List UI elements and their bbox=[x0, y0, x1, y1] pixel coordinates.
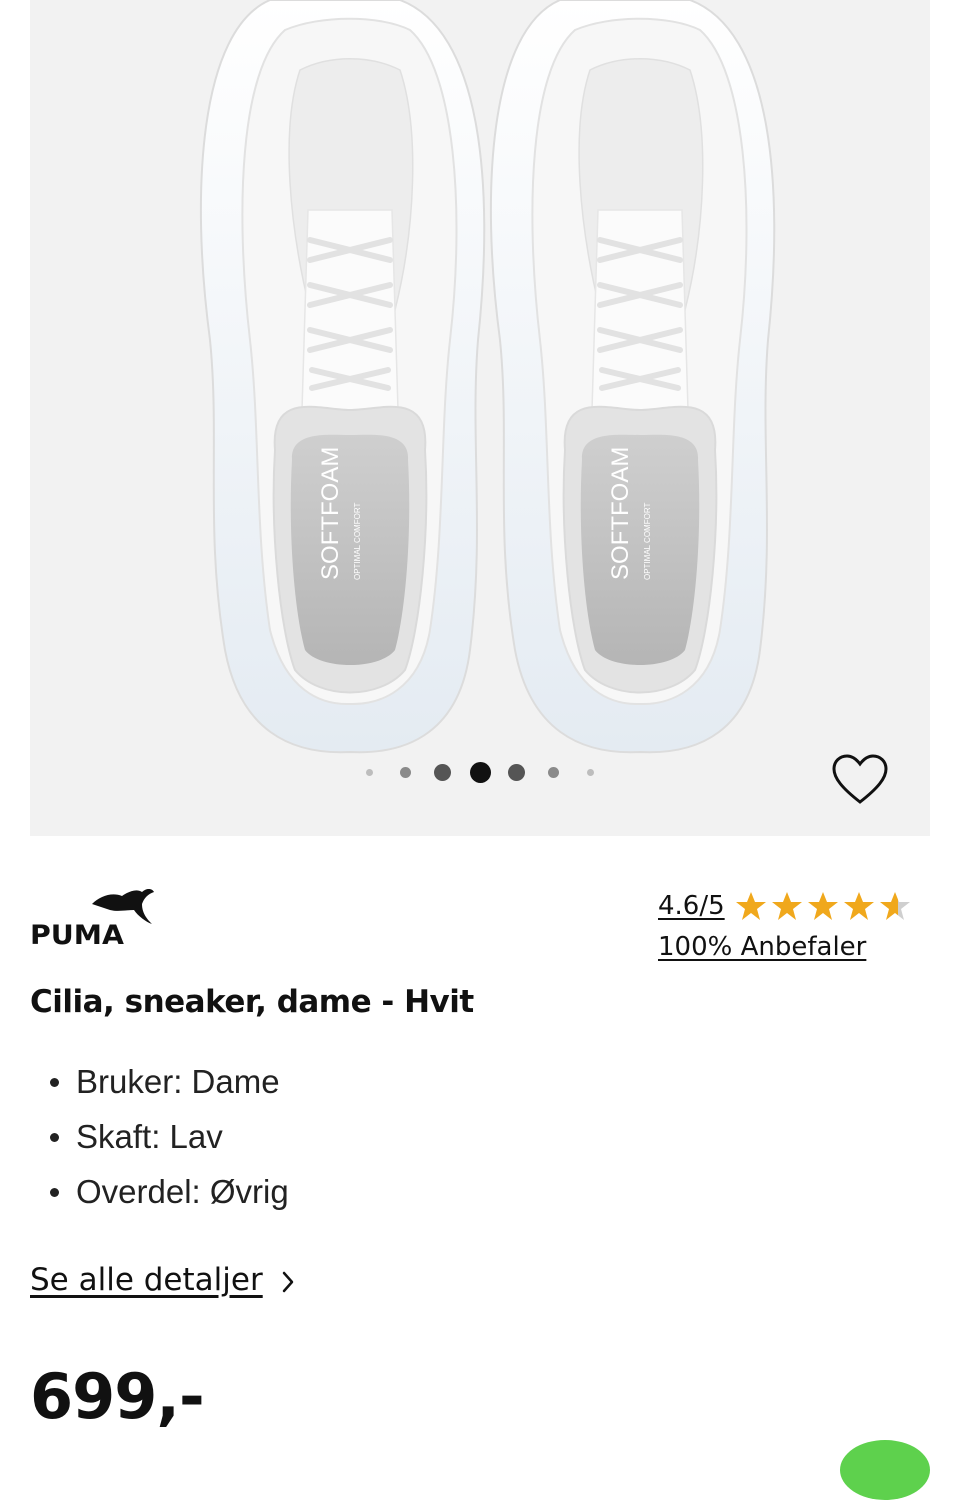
carousel-dots bbox=[30, 762, 930, 784]
recommend-link[interactable]: 100% Anbefaler bbox=[658, 932, 938, 962]
star-icon bbox=[844, 892, 875, 920]
spec-text: Skaft: Lav bbox=[76, 1118, 223, 1155]
add-to-cart-button-partial[interactable] bbox=[840, 1440, 930, 1500]
spec-item: Overdel: Øvrig bbox=[30, 1166, 289, 1221]
carousel-dot[interactable] bbox=[434, 764, 451, 781]
carousel-dot[interactable] bbox=[400, 767, 411, 778]
carousel-dot[interactable] bbox=[508, 764, 525, 781]
star-icon bbox=[808, 892, 839, 920]
insole-subtext-left: OPTIMAL COMFORT bbox=[353, 503, 362, 580]
puma-cat-icon bbox=[92, 889, 154, 924]
bullet-icon bbox=[50, 1133, 59, 1142]
bullet-icon bbox=[50, 1188, 59, 1197]
star-icon bbox=[772, 892, 803, 920]
brand-name: PUMA bbox=[30, 920, 124, 951]
spec-item: Skaft: Lav bbox=[30, 1111, 289, 1166]
brand-logo[interactable]: PUMA bbox=[30, 884, 160, 954]
star-icon-partial bbox=[880, 892, 911, 920]
spec-text: Bruker: Dame bbox=[76, 1063, 280, 1100]
heart-icon[interactable] bbox=[830, 752, 890, 808]
insole-text-left: SOFTFOAM bbox=[317, 447, 344, 580]
product-price: 699,- bbox=[30, 1360, 205, 1433]
spec-list: Bruker: Dame Skaft: Lav Overdel: Øvrig bbox=[30, 1056, 289, 1221]
spec-text: Overdel: Øvrig bbox=[76, 1173, 289, 1210]
chevron-right-icon bbox=[282, 1271, 293, 1292]
insole-text-right: SOFTFOAM bbox=[607, 447, 634, 580]
carousel-dot[interactable] bbox=[587, 769, 594, 776]
rating-score[interactable]: 4.6/5 bbox=[658, 891, 725, 921]
star-rating bbox=[736, 892, 911, 920]
product-title: Cilia, sneaker, dame - Hvit bbox=[30, 984, 474, 1020]
rating-block[interactable]: 4.6/5 100% Anbefaler bbox=[658, 890, 938, 962]
product-image: SOFTFOAM OPTIMAL COMFORT SOFTFOAM OPTIMA… bbox=[30, 0, 930, 836]
product-image-gallery[interactable]: SOFTFOAM OPTIMAL COMFORT SOFTFOAM OPTIMA… bbox=[30, 0, 930, 836]
bullet-icon bbox=[50, 1078, 59, 1087]
carousel-dot[interactable] bbox=[366, 769, 373, 776]
insole-subtext-right: OPTIMAL COMFORT bbox=[643, 503, 652, 580]
star-icon bbox=[736, 892, 767, 920]
see-all-details-link[interactable]: Se alle detaljer bbox=[30, 1262, 295, 1298]
carousel-dot-active[interactable] bbox=[470, 762, 491, 783]
details-link-label: Se alle detaljer bbox=[30, 1262, 263, 1298]
spec-item: Bruker: Dame bbox=[30, 1056, 289, 1111]
carousel-dot[interactable] bbox=[548, 767, 559, 778]
